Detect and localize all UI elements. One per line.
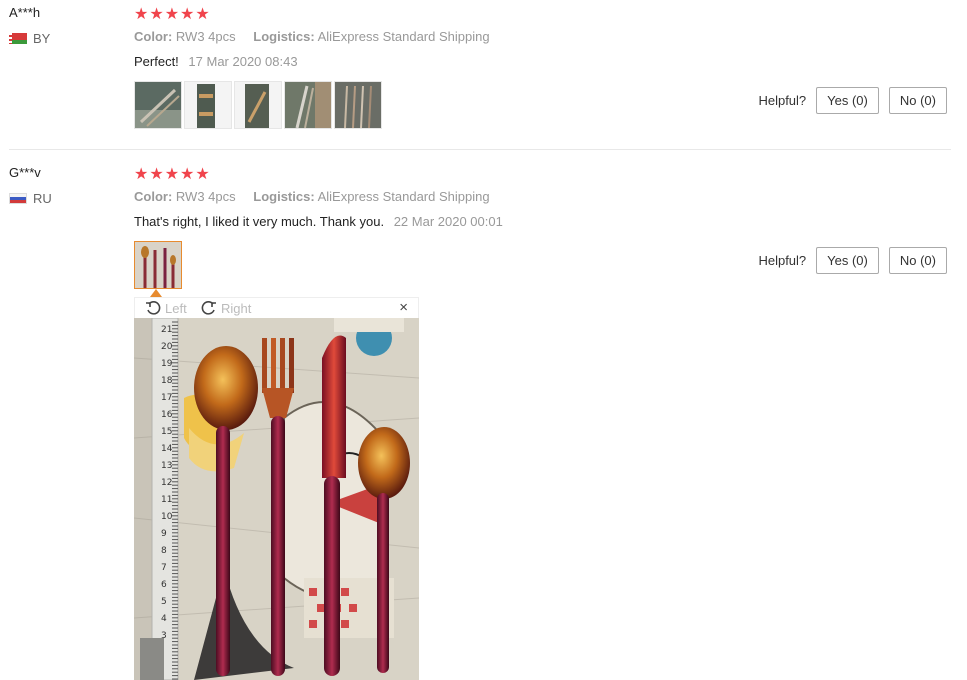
buyer-name: G***v	[9, 165, 41, 180]
color-label: Color:	[134, 189, 173, 204]
rotate-right-label: Right	[221, 300, 252, 316]
logistics-label: Logistics:	[253, 189, 315, 204]
ruler-number: 6	[161, 580, 167, 590]
ruler-number: 8	[161, 546, 167, 556]
ruler-number: 4	[161, 614, 167, 624]
ruler-number: 16	[161, 410, 173, 420]
review-text-row: That's right, I liked it very much. Than…	[134, 214, 503, 229]
rotate-right-button[interactable]: Right	[201, 300, 251, 316]
ruler-number: 19	[161, 359, 173, 369]
review-date: 17 Mar 2020 08:43	[188, 54, 298, 69]
review-text: That's right, I liked it very much. Than…	[134, 214, 385, 229]
helpful-vote: Helpful? Yes (0) No (0)	[758, 87, 947, 114]
ruler-number: 10	[161, 512, 173, 522]
ruler-number: 15	[161, 427, 172, 437]
ruler-number: 14	[161, 444, 173, 454]
review-photo-thumbnail[interactable]	[284, 81, 332, 129]
review-photo-thumbnail[interactable]	[234, 81, 282, 129]
review-photos	[134, 81, 382, 129]
review-photo-thumbnail-selected[interactable]	[134, 241, 182, 289]
ruler-number: 5	[161, 597, 167, 607]
color-label: Color:	[134, 29, 173, 44]
rotate-left-label: Left	[165, 300, 187, 316]
close-icon[interactable]: ×	[399, 299, 408, 316]
photo-thumbnail-image	[185, 82, 231, 128]
helpful-label: Helpful?	[758, 253, 807, 268]
country-code: BY	[33, 31, 51, 46]
review-photo-thumbnail[interactable]	[134, 81, 182, 129]
image-viewer-toolbar: Left Right ×	[134, 297, 419, 318]
ruler-number: 11	[161, 495, 172, 505]
photo-thumbnail-image	[285, 82, 331, 128]
review-photo-thumbnail[interactable]	[184, 81, 232, 129]
buyer-name: A***h	[9, 5, 41, 20]
ruler-number: 12	[161, 478, 172, 488]
ruler-number: 9	[161, 529, 167, 539]
helpful-no-button[interactable]: No (0)	[888, 87, 947, 114]
helpful-label: Helpful?	[758, 93, 807, 108]
flag-ru-icon	[9, 193, 27, 204]
review-photo-thumbnail[interactable]	[334, 81, 382, 129]
buyer-country: BY	[9, 31, 50, 46]
rotate-left-button[interactable]: Left	[145, 300, 187, 316]
ruler-number: 21	[161, 325, 172, 335]
photo-thumbnail-image	[235, 82, 281, 128]
star-rating: ★★★★★	[134, 6, 211, 23]
helpful-yes-button[interactable]: Yes (0)	[816, 87, 879, 114]
star-rating: ★★★★★	[134, 166, 211, 183]
photo-thumbnail-image	[335, 82, 381, 128]
logistics-label: Logistics:	[253, 29, 315, 44]
review-attributes: Color: RW3 4pcs Logistics: AliExpress St…	[134, 189, 490, 204]
helpful-yes-button[interactable]: Yes (0)	[816, 247, 879, 274]
rotate-right-icon	[201, 301, 216, 315]
review-photos	[134, 241, 182, 289]
cutlery-photo: 2120191817161514131211109876543	[134, 318, 419, 680]
buyer-country: RU	[9, 191, 52, 206]
helpful-vote: Helpful? Yes (0) No (0)	[758, 247, 947, 274]
flag-by-icon	[9, 33, 27, 44]
helpful-no-button[interactable]: No (0)	[888, 247, 947, 274]
color-value: RW3 4pcs	[175, 189, 236, 204]
ruler-number: 20	[161, 342, 173, 352]
ruler-number: 7	[161, 563, 167, 573]
ruler-number: 13	[161, 461, 172, 471]
color-value: RW3 4pcs	[175, 29, 236, 44]
ruler-number: 17	[161, 393, 172, 403]
photo-thumbnail-image	[135, 242, 181, 288]
review-date: 22 Mar 2020 00:01	[393, 214, 503, 229]
logistics-value: AliExpress Standard Shipping	[317, 29, 490, 44]
country-code: RU	[33, 191, 52, 206]
review-divider	[9, 149, 951, 150]
review-text: Perfect!	[134, 54, 179, 69]
logistics-value: AliExpress Standard Shipping	[317, 189, 490, 204]
photo-thumbnail-image	[135, 82, 181, 128]
viewer-pointer-caret	[150, 289, 162, 297]
ruler-number: 18	[161, 376, 173, 386]
review-attributes: Color: RW3 4pcs Logistics: AliExpress St…	[134, 29, 490, 44]
rotate-left-icon	[146, 301, 161, 315]
review-text-row: Perfect! 17 Mar 2020 08:43	[134, 54, 298, 69]
review-photo-enlarged[interactable]: 21 20 19 18 17 16 15 14 13 12 11 10 9 8 7 6 5 4 3	[134, 318, 419, 680]
